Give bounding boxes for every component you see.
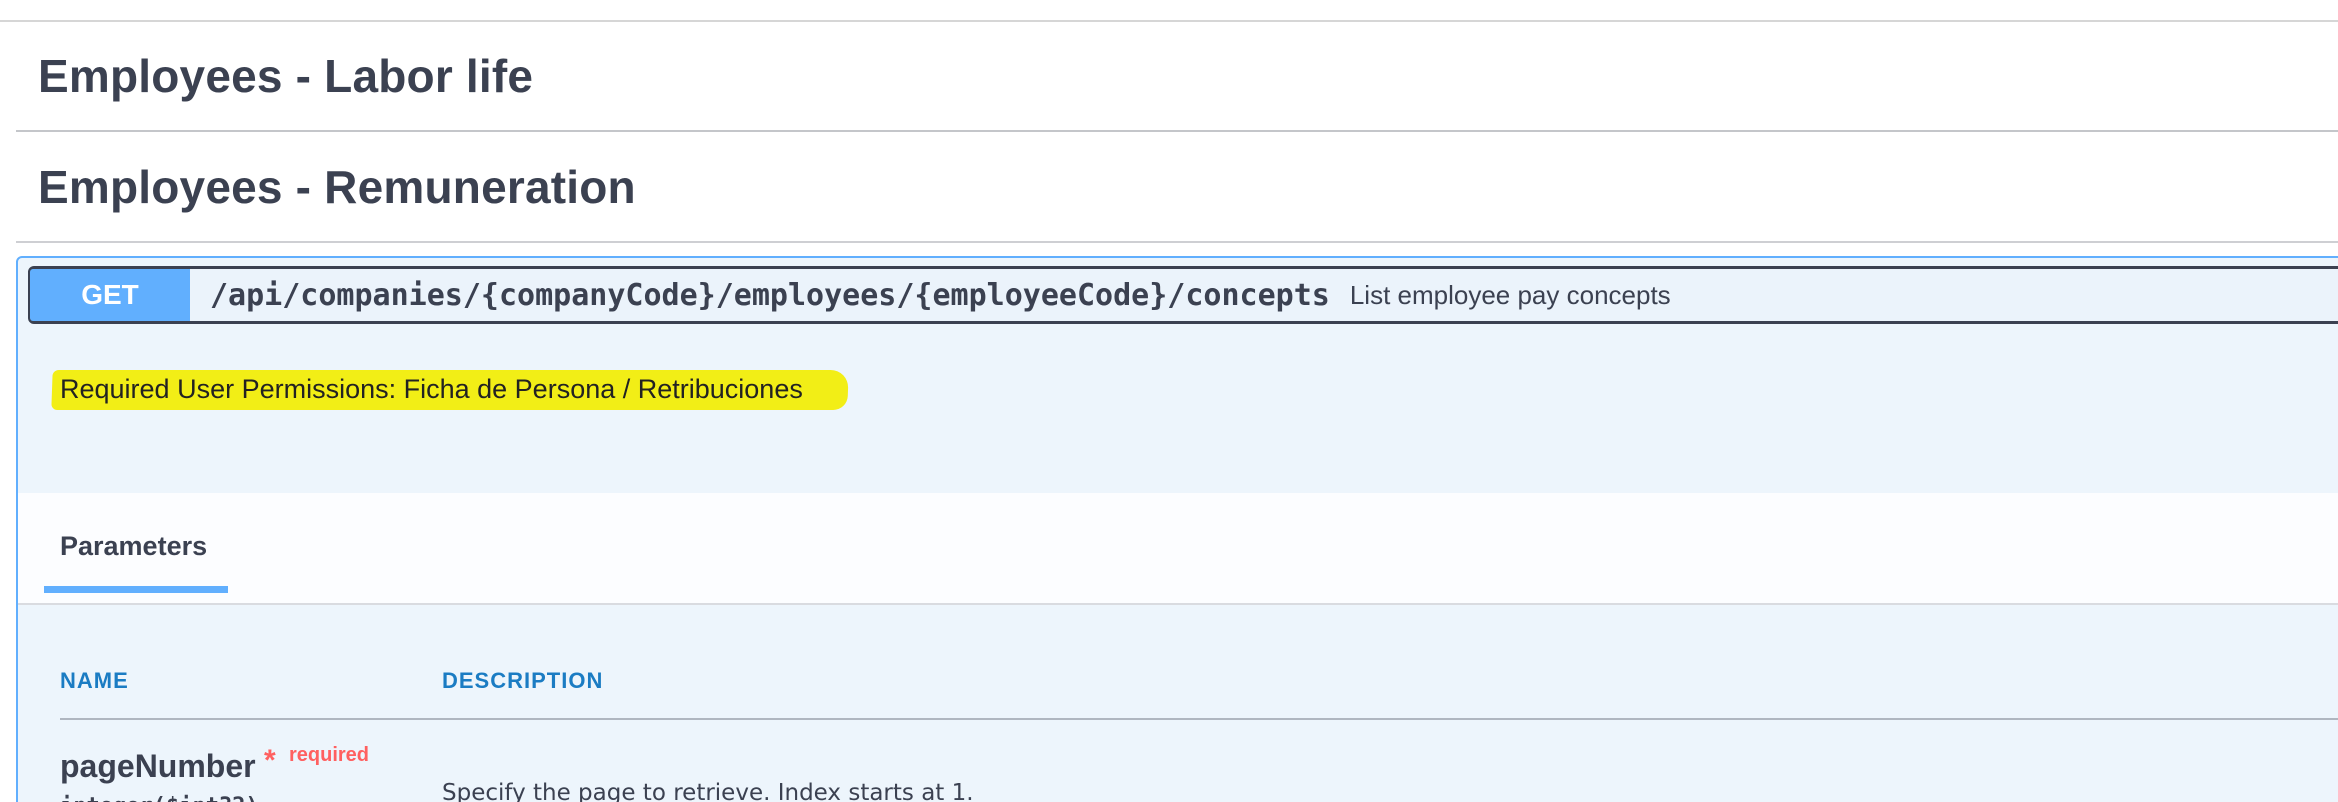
http-method-badge: GET [30,269,190,321]
tab-parameters[interactable]: Parameters [44,493,228,593]
parameter-name: pageNumber [60,748,256,784]
table-header-divider [60,718,2338,720]
tag-title[interactable]: Employees - Remuneration [38,160,636,214]
endpoint-path: /api/companies/{companyCode}/employees/{… [210,277,1330,313]
tag-section-labor-life[interactable]: Employees - Labor life [16,22,2338,132]
column-header-name: NAME [60,668,129,693]
required-label: required [289,744,370,766]
operation-summary[interactable]: GET /api/companies/{companyCode}/employe… [28,266,2338,324]
tag-section-remuneration[interactable]: Employees - Remuneration [16,133,2338,243]
swagger-page: Employees - Labor life Employees - Remun… [0,0,2338,802]
table-row: pageNumber * required integer($int32) Sp… [60,736,2338,802]
tag-title[interactable]: Employees - Labor life [38,49,533,103]
parameter-description: Specify the page to retrieve. Index star… [442,780,974,802]
permissions-text: Required User Permissions: Ficha de Pers… [60,374,803,404]
column-header-description: DESCRIPTION [442,668,604,693]
parameter-type: integer($int32) [60,794,259,802]
tab-parameters-label: Parameters [60,531,208,561]
operation-description: Required User Permissions: Ficha de Pers… [18,336,2338,476]
parameters-section-header: Parameters [18,493,2338,605]
required-star: * [264,744,276,777]
active-tab-indicator [44,586,228,593]
operation-summary-text: List employee pay concepts [1349,279,1671,310]
operation-block-get: GET /api/companies/{companyCode}/employe… [16,256,2338,802]
